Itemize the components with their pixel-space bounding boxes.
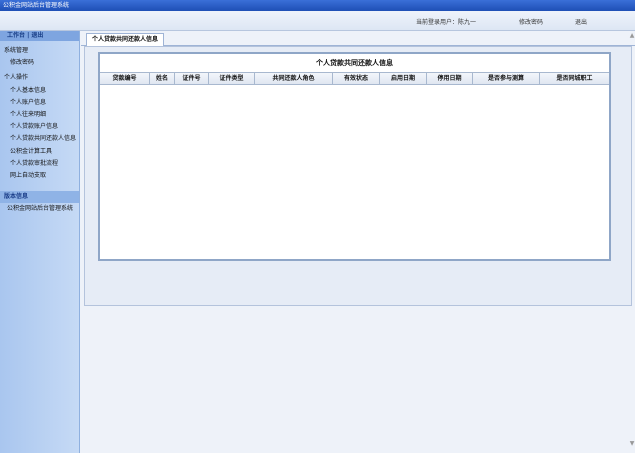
main-content: 个人贷款共同还款人信息 个人贷款共同还款人信息 贷款编号 姓名 证件号 证件类型… — [81, 31, 635, 453]
column-header-co-borrower-role[interactable]: 共同还款人角色 — [255, 73, 333, 84]
window-title-bar: 公积金网站后台管理系统 — [0, 0, 635, 11]
version-info-header: 版本信息 — [0, 191, 79, 204]
co-borrower-panel: 个人贷款共同还款人信息 贷款编号 姓名 证件号 证件类型 共同还款人角色 有效状… — [98, 52, 611, 261]
column-header-name[interactable]: 姓名 — [150, 73, 175, 84]
sidebar-header: 工作台 | 退出 — [0, 31, 79, 41]
scroll-up-arrow-icon[interactable]: ▲ — [629, 33, 635, 39]
menu-item-personal-account-info[interactable]: 个人账户信息 — [0, 97, 79, 109]
menu-item-personal-basic-info[interactable]: 个人基本信息 — [0, 85, 79, 97]
current-user-label: 当前登录用户：陈九一 — [416, 19, 477, 26]
column-header-start-date[interactable]: 启用日期 — [380, 73, 427, 84]
version-info-text: 公积金网站后台管理系统 — [7, 205, 74, 213]
menu-item-online-auto-withdraw[interactable]: 网上自动支取 — [0, 170, 79, 182]
column-header-stop-date[interactable]: 停用日期 — [427, 73, 473, 84]
sidebar-exit-link[interactable]: 退出 — [31, 32, 43, 39]
sidebar-header-separator: | — [27, 32, 30, 39]
menu-item-loan-account-info[interactable]: 个人贷款账户信息 — [0, 121, 79, 133]
menu-item-fund-calculator[interactable]: 公积金计算工具 — [0, 146, 79, 158]
logout-link[interactable]: 退出 — [575, 17, 587, 26]
table-header-row: 贷款编号 姓名 证件号 证件类型 共同还款人角色 有效状态 启用日期 停用日期 … — [100, 72, 609, 85]
tab-co-borrower-info[interactable]: 个人贷款共同还款人信息 — [86, 33, 164, 46]
menu-item-transaction-details[interactable]: 个人往来明细 — [0, 109, 79, 121]
tab-pane: 个人贷款共同还款人信息 贷款编号 姓名 证件号 证件类型 共同还款人角色 有效状… — [84, 46, 632, 306]
menu-group-personal: 个人操作 — [4, 74, 29, 82]
menu-item-loan-approval-process[interactable]: 个人贷款审批流程 — [0, 158, 79, 170]
window-title: 公积金网站后台管理系统 — [3, 2, 70, 9]
scroll-down-arrow-icon[interactable]: ▼ — [629, 441, 635, 447]
column-header-valid-status[interactable]: 有效状态 — [333, 73, 380, 84]
workbench-link[interactable]: 工作台 — [7, 32, 25, 39]
top-header: 当前登录用户：陈九一 修改密码 退出 — [0, 11, 635, 31]
menu-group-system: 系统管理 — [4, 47, 29, 54]
panel-title: 个人贷款共同还款人信息 — [316, 59, 393, 67]
menu-item-change-password[interactable]: 修改密码 — [0, 57, 79, 69]
sidebar: 工作台 | 退出 系统管理 修改密码 个人操作 个人基本信息 个人账户信息 个人… — [0, 31, 80, 453]
column-header-loan-number[interactable]: 贷款编号 — [100, 73, 150, 84]
column-header-same-city-employee[interactable]: 是否同城职工 — [540, 73, 609, 84]
column-header-in-calculation[interactable]: 是否参与测算 — [473, 73, 540, 84]
tab-strip: 个人贷款共同还款人信息 — [81, 31, 635, 46]
column-header-id-number[interactable]: 证件号 — [175, 73, 209, 84]
column-header-id-type[interactable]: 证件类型 — [209, 73, 255, 84]
menu-item-co-borrower-info[interactable]: 个人贷款共同还款人信息 — [0, 133, 79, 145]
change-password-link[interactable]: 修改密码 — [519, 17, 543, 26]
